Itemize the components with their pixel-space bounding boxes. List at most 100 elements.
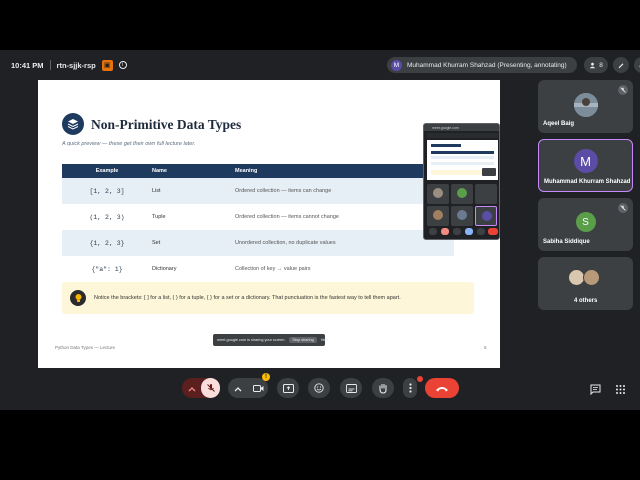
present-button[interactable] — [277, 378, 299, 398]
reactions-button[interactable] — [308, 378, 330, 398]
participant-name: Sabiha Siddique — [543, 239, 590, 245]
mic-toggle-button[interactable] — [201, 378, 220, 398]
mic-options-button[interactable] — [188, 382, 196, 400]
preview-control — [488, 228, 498, 235]
table-row: {"a": 1} Dictionary Collection of key → … — [62, 256, 454, 282]
more-options-button[interactable] — [403, 376, 423, 398]
shared-window-preview[interactable]: meet.google.com — [423, 123, 500, 240]
participant-tile[interactable]: S Sabiha Siddique — [538, 198, 633, 251]
preview-control — [441, 228, 449, 235]
raise-hand-button[interactable] — [372, 378, 394, 398]
activities-button[interactable] — [615, 382, 626, 400]
camera-control-group: ! — [228, 373, 270, 400]
presenter-avatar: M — [391, 59, 402, 71]
hand-icon — [379, 383, 387, 394]
slide-title: Non-Primitive Data Types — [91, 117, 242, 132]
present-screen-icon — [282, 383, 294, 393]
preview-tile — [451, 184, 473, 204]
lightbulb-icon — [70, 290, 86, 306]
apps-grid-icon — [616, 385, 625, 394]
avatar: M — [573, 149, 598, 173]
chat-icon — [590, 384, 601, 396]
cell-example: [1, 2, 3] — [89, 187, 125, 195]
preview-tile — [451, 206, 473, 226]
participant-name: Muhammad Khurram Shahzad — [544, 179, 631, 185]
slide-footer: Python Data Types — Lecture — [55, 345, 115, 350]
data-types-table: Example Name Meaning [1, 2, 3] List Orde… — [62, 164, 454, 282]
slide-page-number: 5 — [484, 345, 487, 350]
preview-slide — [427, 140, 498, 180]
preview-control — [465, 228, 473, 235]
preview-control — [453, 228, 461, 235]
preview-control — [477, 228, 485, 235]
people-count-button[interactable]: 8 — [584, 57, 608, 73]
header-meaning: Meaning — [235, 168, 258, 174]
share-notice-text: meet.google.com is sharing your screen. — [217, 338, 286, 342]
table-header: Example Name Meaning — [62, 164, 454, 178]
cell-meaning: Ordered collection — items cannot change — [235, 214, 339, 220]
mic-muted-icon — [618, 85, 628, 95]
activity-dot — [417, 376, 423, 382]
preview-topbar — [427, 133, 498, 138]
cell-meaning: Collection of key → value pairs — [235, 266, 311, 272]
preview-tile — [427, 184, 449, 204]
others-tile[interactable]: 4 others — [538, 257, 633, 310]
top-bar: 10:41 PM rtn-sjjk-rsp ▣ i M Muhammad Khu… — [0, 56, 640, 74]
notification-badge: ! — [262, 373, 270, 381]
captions-button[interactable] — [340, 378, 362, 398]
top-right-actions: 8 — [584, 57, 640, 73]
layers-icon — [62, 113, 84, 135]
info-icon[interactable]: i — [118, 61, 127, 69]
table-row: (1, 2, 3) Tuple Ordered collection — ite… — [62, 204, 454, 230]
leave-call-button[interactable] — [425, 378, 459, 398]
preview-control — [429, 228, 437, 235]
avatar — [573, 93, 598, 117]
mic-off-icon — [206, 384, 215, 392]
cell-example: {"a": 1} — [91, 265, 123, 273]
emoji-icon — [314, 383, 324, 393]
presenter-chip[interactable]: M Muhammad Khurram Shahzad (Presenting, … — [387, 57, 577, 73]
meeting-info: 10:41 PM rtn-sjjk-rsp ▣ i — [11, 56, 127, 74]
chevron-up-icon — [234, 387, 242, 392]
captions-icon — [345, 383, 357, 393]
preview-tile — [475, 184, 497, 204]
camera-options-button[interactable] — [234, 382, 242, 400]
cell-name: List — [152, 188, 161, 194]
preview-url: meet.google.com — [424, 124, 499, 131]
collapse-button[interactable] — [634, 57, 640, 73]
clock-time: 10:41 PM — [11, 60, 44, 70]
chevron-up-icon — [188, 387, 196, 392]
tip-callout: Notice the brackets: [ ] for a list, ( )… — [62, 282, 474, 314]
cell-name: Tuple — [152, 214, 166, 220]
meeting-code: rtn-sjjk-rsp — [56, 60, 96, 70]
hide-button[interactable]: Hide — [321, 338, 329, 342]
participant-tile[interactable]: M Muhammad Khurram Shahzad — [538, 139, 633, 192]
tip-text: Notice the brackets: [ ] for a list, ( )… — [94, 295, 401, 301]
avatar: S — [575, 212, 596, 232]
pen-button[interactable] — [613, 57, 629, 73]
mic-control-group — [182, 378, 220, 398]
video-icon — [253, 384, 264, 392]
presentation-icon[interactable]: ▣ — [101, 59, 113, 71]
slide-subtitle: A quick preview — these get their own fu… — [62, 141, 196, 147]
end-call-icon — [436, 386, 448, 391]
participant-name: Aqeel Baig — [543, 121, 575, 127]
participant-tile[interactable]: Aqeel Baig — [538, 80, 633, 133]
cell-name: Set — [152, 240, 161, 246]
cell-example: {1, 2, 3} — [89, 239, 125, 247]
pen-icon — [618, 63, 624, 69]
cell-example: (1, 2, 3) — [89, 213, 125, 221]
cell-name: Dictionary — [152, 266, 177, 272]
cell-meaning: Unordered collection, no duplicate value… — [235, 240, 336, 246]
screen-share-notice: meet.google.com is sharing your screen. … — [213, 334, 329, 346]
people-icon — [589, 62, 596, 68]
preview-tile — [427, 206, 449, 226]
chat-button[interactable] — [590, 382, 601, 400]
camera-toggle-button[interactable] — [249, 378, 268, 398]
stop-sharing-button[interactable]: Stop sharing — [289, 337, 317, 343]
cell-meaning: Ordered collection — items can change — [235, 188, 332, 194]
header-example: Example — [95, 168, 119, 174]
table-row: {1, 2, 3} Set Unordered collection, no d… — [62, 230, 454, 256]
avatar — [583, 269, 600, 286]
header-name: Name — [152, 168, 167, 174]
